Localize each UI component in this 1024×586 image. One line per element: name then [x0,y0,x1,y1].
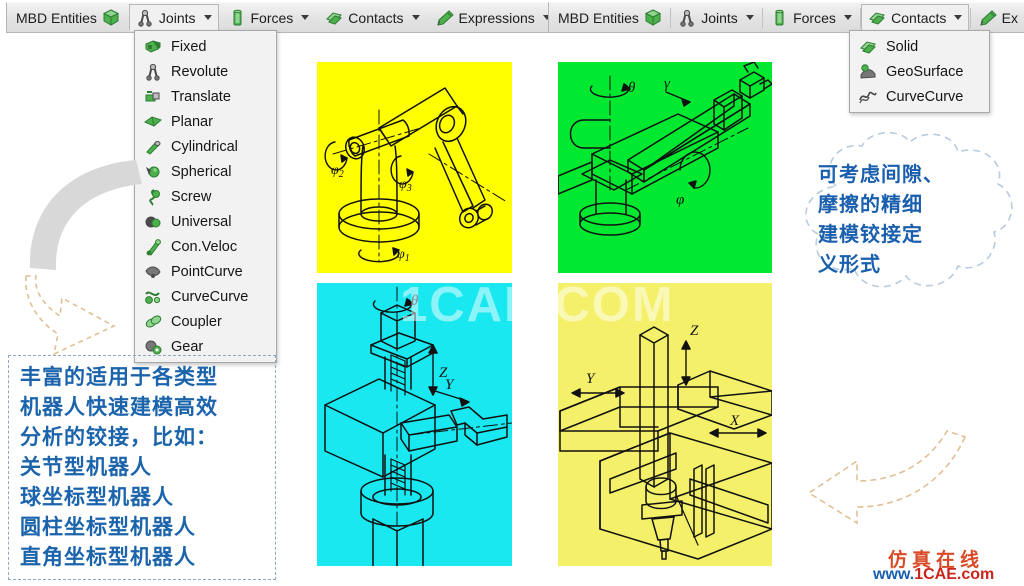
joint-fixed-icon [144,38,162,56]
right-toolbar: MBD Entities Joints Forces Contacts Ex [548,2,1024,33]
chevron-down-icon[interactable] [203,15,212,20]
toolbar-button-forces[interactable]: Forces [221,4,317,31]
chevron-down-icon[interactable] [745,15,754,20]
menu-item-label: Revolute [171,63,229,80]
articulated-robot-drawing: φ2 φ3 φ1 [324,87,508,264]
toolbar-button-label: MBD Entities [16,9,97,26]
toolbar-button-label: Joints [701,9,738,26]
force-cylinder-icon [228,9,246,27]
toolbar-button-mbd-entities[interactable]: MBD Entities [551,4,669,31]
x-label: X [729,413,740,429]
panel-cylindrical-robot: θ Z Y [317,283,512,566]
gamma-label: γ [664,76,671,92]
chevron-down-icon[interactable] [411,15,420,20]
menu-item-label: Coupler [171,313,222,330]
menu-item-label: Universal [171,213,232,230]
toolbar-button-mbd-entities[interactable]: MBD Entities [9,4,127,31]
y-label: Y [445,377,455,393]
toolbar-button-ex[interactable]: Ex [972,4,1024,31]
toolbar-button-forces[interactable]: Forces [763,4,859,31]
menu-item-label: Con.Veloc [171,238,238,255]
toolbar-button-contacts[interactable]: Contacts [861,4,970,31]
expression-pen-icon [436,9,454,27]
toolbar-button-label: Joints [158,9,196,26]
toolbar-button-label: Contacts [348,9,404,26]
menu-item-curvecurve[interactable]: CurveCurve [852,84,987,109]
panel-cartesian-robot: Z Y X [558,283,772,566]
contact-solid-icon [859,38,877,56]
menu-item-translate[interactable]: Translate [137,84,274,109]
menu-item-label: CurveCurve [886,88,964,105]
toolbar-button-label: Forces [250,9,294,26]
left-toolbar: MBD Entities Joints Forces Contacts Expr… [6,2,552,33]
expression-pen-icon [979,9,997,27]
brand-url-domain: 1CAE.com [914,566,995,583]
phi-label: φ [676,192,684,208]
spherical-robot-drawing: θ γ φ [558,62,772,236]
toolbar-button-joints[interactable]: Joints [128,4,219,31]
joint-revolute-icon [136,9,154,27]
menu-item-planar[interactable]: Planar [137,109,274,134]
contact-curvecurve-icon [859,88,877,106]
theta-label: θ [628,80,636,96]
menu-item-label: Spherical [171,163,232,180]
joint-revolute-icon [144,63,162,81]
joint-planar-icon [144,113,162,131]
contact-solid-icon [325,9,343,27]
menu-item-label: CurveCurve [171,288,249,305]
force-cylinder-icon [770,9,788,27]
cylindrical-robot-drawing: θ Z Y [324,286,512,566]
phi2-label: φ2 [331,163,344,180]
cloud-note-text: 可考虑间隙、 摩擦的精细 建模铰接定 义形式 [818,164,944,276]
theta-label: θ [411,293,419,309]
green-cube-icon [102,8,120,27]
y-label: Y [586,371,596,387]
menu-item-label: Fixed [171,38,207,55]
joint-revolute-icon [678,9,696,27]
toolbar-button-label: Forces [793,9,836,26]
z-label: Z [690,323,699,339]
menu-item-fixed[interactable]: Fixed [137,34,274,59]
contacts-dropdown-menu: Solid GeoSurface CurveCurve [849,30,990,113]
contact-solid-icon [868,9,886,27]
cartesian-robot-drawing: Z Y X [559,323,772,560]
panel-spherical-robot: θ γ φ [558,62,772,273]
left-curved-arrow [25,160,142,356]
toolbar-button-contacts[interactable]: Contacts [318,4,426,31]
menu-item-label: Cylindrical [171,138,238,155]
brand-url-prefix: www. [873,566,915,583]
menu-item-geosurface[interactable]: GeoSurface [852,59,987,84]
panel-articulated-robot: φ2 φ3 φ1 [317,62,512,273]
toolbar-button-expressions[interactable]: Expressions [429,4,558,31]
chevron-down-icon[interactable] [301,15,310,20]
toolbar-button-joints[interactable]: Joints [671,4,761,31]
menu-item-label: PointCurve [171,263,243,280]
brand-url-watermark: www.1CAE.com [873,566,994,584]
menu-item-label: Gear [171,338,204,355]
menu-item-revolute[interactable]: Revolute [137,59,274,84]
joint-translate-icon [144,88,162,106]
phi1-label: φ1 [397,247,410,264]
left-note-text: 丰富的适用于各类型 机器人快速建模高效 分析的铰接，比如： 关节型机器人 球坐标… [20,365,218,569]
menu-item-label: Screw [171,188,212,205]
menu-item-label: Solid [886,38,919,55]
menu-item-solid[interactable]: Solid [852,34,987,59]
toolbar-button-label: MBD Entities [558,9,639,26]
toolbar-button-label: Ex [1001,9,1019,26]
menu-item-label: Translate [171,88,231,105]
menu-item-label: GeoSurface [886,63,964,80]
toolbar-button-label: Expressions [458,9,535,26]
green-cube-icon [644,8,662,27]
contact-geosurface-icon [859,63,877,81]
chevron-down-icon[interactable] [843,15,852,20]
right-curved-arrow [807,430,967,525]
menu-item-label: Planar [171,113,213,130]
chevron-down-icon[interactable] [954,15,963,20]
toolbar-button-label: Contacts [891,9,947,26]
